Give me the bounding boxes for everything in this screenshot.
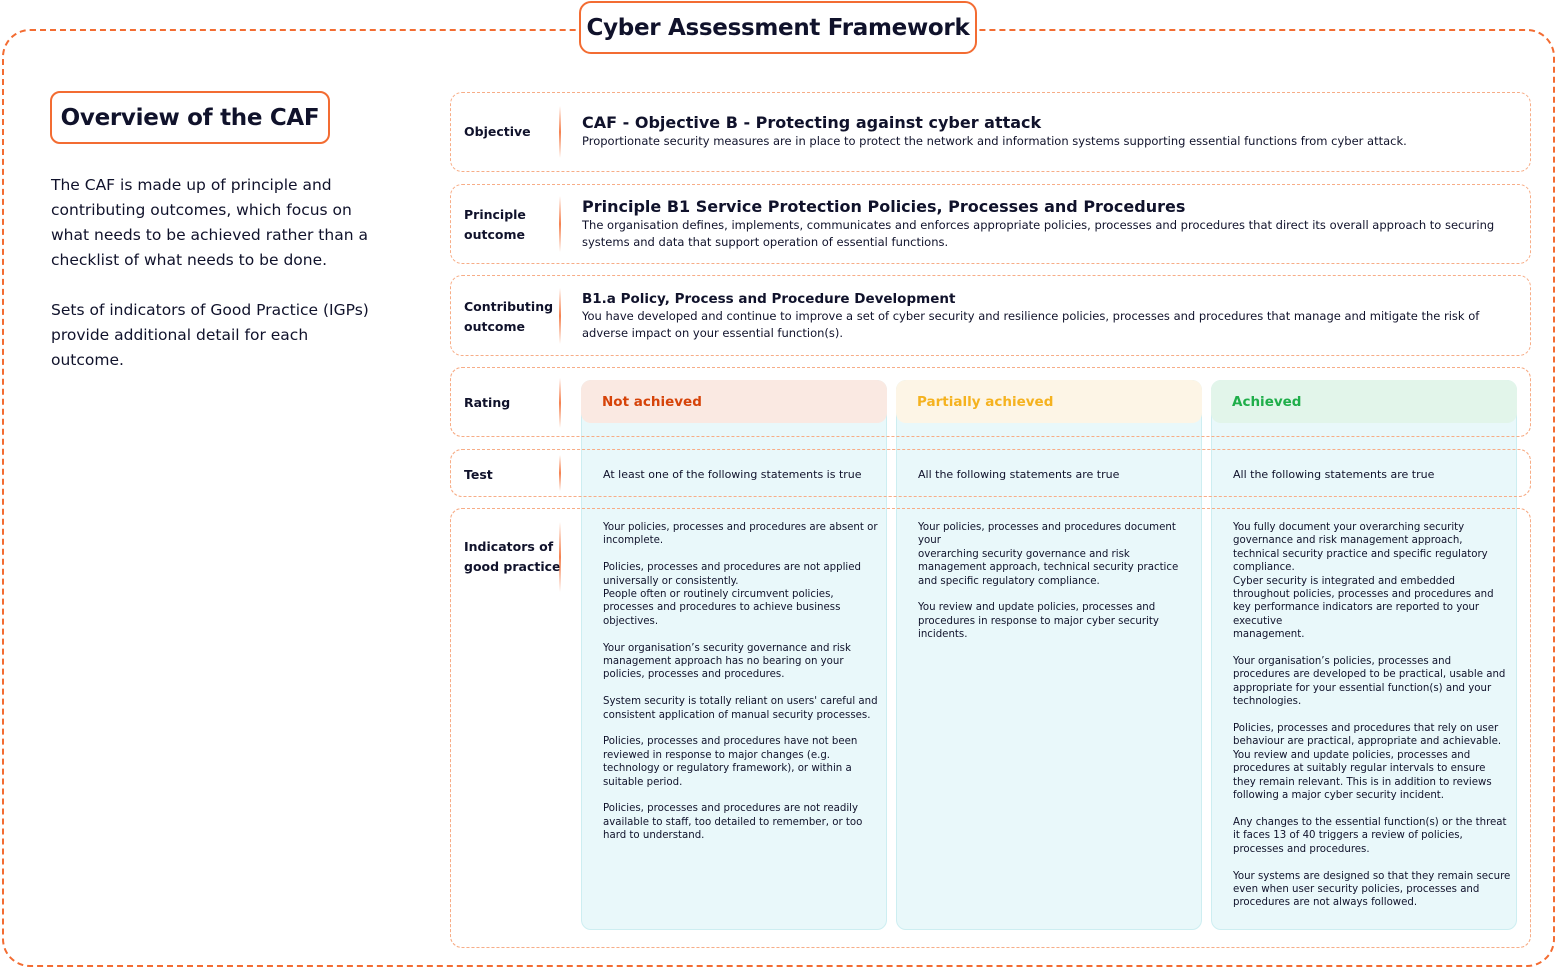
indicator-item: Policies, processes and procedures have … bbox=[603, 736, 858, 788]
page-title: Cyber Assessment Framework bbox=[579, 1, 977, 54]
indicator-item: Policies, processes and procedures are n… bbox=[603, 562, 861, 627]
indicator-item: You fully document your overarching secu… bbox=[1233, 522, 1494, 641]
indicator-item: Your organisation’s security governance … bbox=[603, 642, 851, 681]
row-separator bbox=[559, 106, 561, 158]
contributing-label-line: outcome bbox=[464, 319, 525, 334]
objective-description: Proportionate security measures are in p… bbox=[582, 134, 1407, 148]
contributing-heading: B1.a Policy, Process and Procedure Devel… bbox=[582, 291, 956, 307]
indicator-item: Policies, processes and procedures are n… bbox=[603, 803, 863, 842]
rating-header-achieved: Achieved bbox=[1211, 380, 1517, 423]
indicator-item: Policies, processes and procedures that … bbox=[1233, 723, 1502, 802]
indicator-list: You fully document your overarching secu… bbox=[1233, 521, 1511, 923]
principle-content: Principle B1 Service Protection Policies… bbox=[582, 197, 1517, 251]
overview-paragraph: Sets of indicators of Good Practice (IGP… bbox=[51, 301, 369, 369]
objective-heading: CAF - Objective B - Protecting against c… bbox=[582, 113, 1042, 132]
indicator-item: Your systems are designed so that they r… bbox=[1233, 870, 1511, 909]
rating-header-partially-achieved: Partially achieved bbox=[896, 380, 1202, 423]
principle-label-line: Principle bbox=[464, 207, 526, 222]
test-label: Test bbox=[464, 467, 493, 482]
indicator-item: System security is totally reliant on us… bbox=[603, 696, 878, 721]
principle-label-line: outcome bbox=[464, 227, 525, 242]
rating-column-partially-achieved: Partially achieved All the following sta… bbox=[896, 380, 1202, 930]
indicator-list: Your policies, processes and procedures … bbox=[603, 521, 881, 856]
indicators-label: Indicators of good practice bbox=[464, 537, 561, 577]
row-separator bbox=[559, 196, 561, 252]
indicator-item: Any changes to the essential function(s)… bbox=[1233, 816, 1507, 855]
objective-label: Objective bbox=[464, 124, 531, 139]
test-statement: All the following statements are true bbox=[918, 468, 1120, 481]
contributing-description: You have developed and continue to impro… bbox=[582, 309, 1480, 340]
test-statement: At least one of the following statements… bbox=[603, 468, 862, 481]
row-separator bbox=[559, 378, 561, 428]
test-statement: All the following statements are true bbox=[1233, 468, 1435, 481]
indicators-label-line: Indicators of bbox=[464, 539, 554, 554]
principle-label: Principle outcome bbox=[464, 205, 526, 245]
indicator-item: Your organisation’s policies, processes … bbox=[1233, 656, 1506, 708]
indicator-item: You review and update policies, processe… bbox=[918, 602, 1159, 641]
overview-paragraph: The CAF is made up of principle and cont… bbox=[51, 176, 368, 269]
indicator-item: Your policies, processes and procedures … bbox=[603, 522, 878, 547]
indicators-label-line: good practice bbox=[464, 559, 561, 574]
overview-title: Overview of the CAF bbox=[50, 91, 330, 144]
objective-content: CAF - Objective B - Protecting against c… bbox=[582, 113, 1517, 150]
indicator-item: Your policies, processes and procedures … bbox=[918, 522, 1179, 587]
rating-header-not-achieved: Not achieved bbox=[581, 380, 887, 423]
row-separator bbox=[559, 288, 561, 344]
indicator-list: Your policies, processes and procedures … bbox=[918, 521, 1196, 655]
overview-text: The CAF is made up of principle and cont… bbox=[51, 173, 381, 373]
contributing-label: Contributing outcome bbox=[464, 297, 553, 337]
contributing-content: B1.a Policy, Process and Procedure Devel… bbox=[582, 290, 1517, 342]
principle-heading: Principle B1 Service Protection Policies… bbox=[582, 197, 1186, 216]
rating-column-not-achieved: Not achieved At least one of the followi… bbox=[581, 380, 887, 930]
principle-description: The organisation defines, implements, co… bbox=[582, 218, 1495, 249]
rating-column-achieved: Achieved All the following statements ar… bbox=[1211, 380, 1517, 930]
contributing-label-line: Contributing bbox=[464, 299, 554, 314]
rating-label: Rating bbox=[464, 395, 511, 410]
row-separator bbox=[559, 455, 561, 491]
row-separator bbox=[559, 522, 561, 592]
